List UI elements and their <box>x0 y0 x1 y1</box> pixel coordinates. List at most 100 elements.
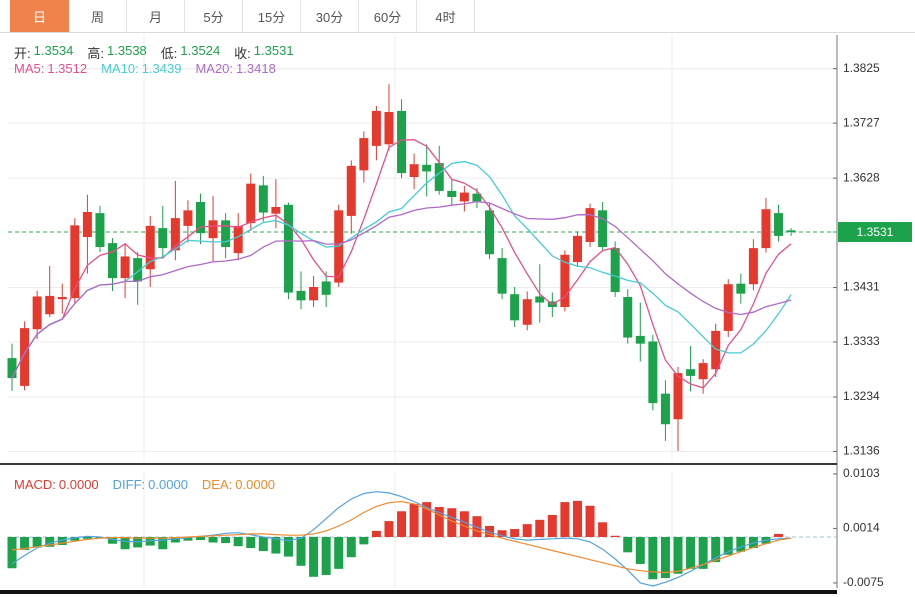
macd-bar[interactable] <box>234 537 243 546</box>
macd-bar[interactable] <box>586 506 595 537</box>
macd-bar[interactable] <box>560 502 569 537</box>
candle[interactable] <box>648 335 657 411</box>
candle[interactable] <box>359 131 368 182</box>
macd-bar[interactable] <box>523 524 532 537</box>
candle[interactable] <box>259 176 268 222</box>
candle[interactable] <box>410 154 419 190</box>
candle-body <box>384 112 393 144</box>
candle-body <box>284 205 293 293</box>
ma20-line <box>12 202 791 379</box>
candle-body <box>586 208 595 242</box>
macd-bar[interactable] <box>158 537 167 549</box>
macd-bar[interactable] <box>209 537 218 543</box>
macd-bar[interactable] <box>359 537 368 544</box>
candle[interactable] <box>221 213 230 258</box>
candle[interactable] <box>623 289 632 343</box>
candle[interactable] <box>8 344 17 391</box>
candle[interactable] <box>133 252 142 305</box>
candle[interactable] <box>209 196 218 262</box>
candle[interactable] <box>761 198 770 252</box>
candle[interactable] <box>586 204 595 247</box>
macd-bar[interactable] <box>196 537 205 540</box>
candle[interactable] <box>196 194 205 245</box>
chart-canvas[interactable]: 1.38251.37271.36281.34311.33331.32341.31… <box>0 0 915 597</box>
candle-body <box>636 336 645 344</box>
high-value: 1.3538 <box>107 43 147 62</box>
candle[interactable] <box>20 321 29 390</box>
candle[interactable] <box>158 206 167 258</box>
candle[interactable] <box>673 367 682 451</box>
candle[interactable] <box>309 276 318 307</box>
macd-bar[interactable] <box>221 537 230 543</box>
macd-tick-label: -0.0075 <box>843 575 884 589</box>
candle[interactable] <box>636 303 645 362</box>
candle[interactable] <box>661 380 670 441</box>
candle[interactable] <box>498 248 507 299</box>
candle[interactable] <box>95 206 104 252</box>
candle[interactable] <box>447 180 456 205</box>
candle[interactable] <box>598 202 607 251</box>
macd-bar[interactable] <box>121 537 130 549</box>
candle-body <box>95 213 104 247</box>
macd-bar[interactable] <box>573 501 582 537</box>
candle[interactable] <box>347 160 356 233</box>
candle-body <box>686 369 695 376</box>
macd-bar[interactable] <box>297 537 306 566</box>
candle[interactable] <box>121 243 130 298</box>
candle-body <box>673 373 682 419</box>
candle[interactable] <box>724 279 733 337</box>
candle[interactable] <box>397 99 406 178</box>
candle[interactable] <box>297 271 306 309</box>
macd-bar[interactable] <box>510 529 519 537</box>
macd-bar[interactable] <box>397 511 406 537</box>
candle[interactable] <box>510 287 519 327</box>
macd-bar[interactable] <box>611 536 620 537</box>
macd-bar[interactable] <box>309 537 318 577</box>
candle[interactable] <box>573 231 582 267</box>
macd-bar[interactable] <box>648 537 657 579</box>
candle-body <box>724 284 733 331</box>
candle-body <box>297 291 306 300</box>
candle[interactable] <box>460 186 469 212</box>
ma5-label: MA5: <box>14 61 44 76</box>
macd-bar[interactable] <box>636 537 645 564</box>
macd-bar[interactable] <box>774 534 783 537</box>
macd-bar[interactable] <box>384 521 393 537</box>
macd-bar[interactable] <box>548 515 557 537</box>
candle[interactable] <box>58 284 67 314</box>
macd-bar[interactable] <box>686 537 695 569</box>
macd-label: MACD: <box>14 477 56 492</box>
candle-body <box>648 341 657 403</box>
macd-bar[interactable] <box>347 537 356 557</box>
candle[interactable] <box>284 203 293 300</box>
candle[interactable] <box>372 106 381 160</box>
high-label: 高: <box>87 43 104 62</box>
candle[interactable] <box>83 195 92 274</box>
candle[interactable] <box>384 84 393 150</box>
macd-bar[interactable] <box>673 537 682 574</box>
macd-bar[interactable] <box>246 537 255 548</box>
macd-bar[interactable] <box>535 520 544 537</box>
candle[interactable] <box>787 228 796 236</box>
macd-bar[interactable] <box>598 522 607 537</box>
macd-bar[interactable] <box>372 531 381 537</box>
candle[interactable] <box>422 144 431 196</box>
candle-body <box>460 193 469 202</box>
macd-bar[interactable] <box>322 537 331 575</box>
macd-bar[interactable] <box>410 504 419 537</box>
candles-group <box>8 84 796 451</box>
macd-bar[interactable] <box>259 537 268 551</box>
candle[interactable] <box>611 241 620 297</box>
candle[interactable] <box>560 250 569 311</box>
macd-legend: MACD:0.0000 DIFF:0.0000 DEA:0.0000 <box>14 477 275 492</box>
candle[interactable] <box>45 266 54 317</box>
candle[interactable] <box>523 291 532 330</box>
candle[interactable] <box>736 274 745 304</box>
macd-bar[interactable] <box>334 537 343 569</box>
chart-app: 日周月5分15分30分60分4时 1.38251.37271.36281.343… <box>0 0 915 597</box>
candle[interactable] <box>774 205 783 242</box>
macd-bar[interactable] <box>736 537 745 552</box>
macd-bar[interactable] <box>623 537 632 552</box>
candle[interactable] <box>749 239 758 290</box>
candle-body <box>623 297 632 338</box>
